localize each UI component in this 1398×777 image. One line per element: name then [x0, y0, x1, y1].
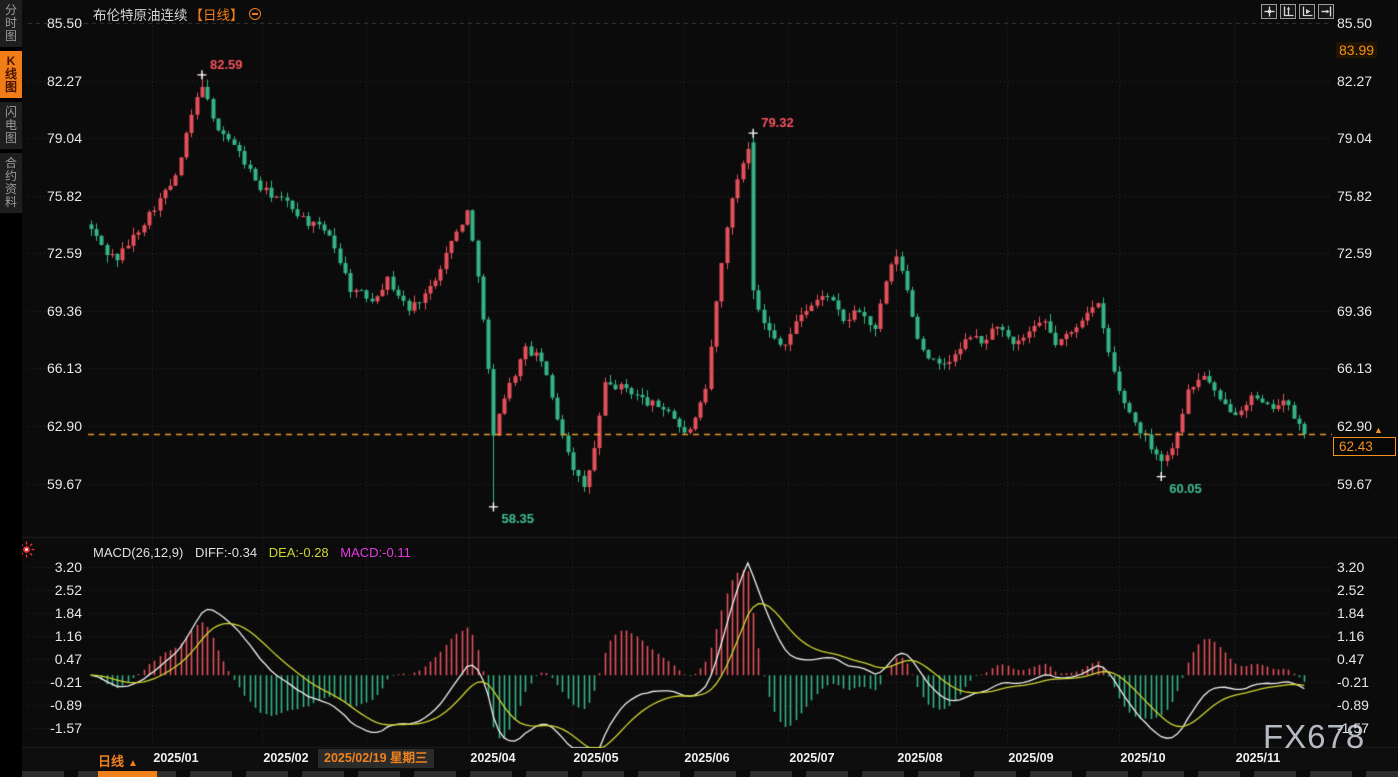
macd-tick-right: 1.16: [1337, 628, 1364, 644]
macd-tick-right: 3.20: [1337, 559, 1364, 575]
macd-tick-left: 1.84: [28, 605, 82, 621]
sidebar-tab-3[interactable]: 合约资料: [0, 153, 22, 213]
price-tick-right: 72.59: [1337, 245, 1372, 261]
price-tick-left: 72.59: [28, 245, 82, 261]
crosshair-date-box: 2025/02/19 星期三: [318, 749, 434, 768]
price-tick-left: 75.82: [28, 188, 82, 204]
month-label: 2025/05: [573, 751, 618, 765]
macd-dea-value: DEA:-0.28: [269, 545, 329, 560]
macd-bar-value: MACD:-0.11: [340, 545, 411, 560]
price-tick-left: 62.90: [28, 418, 82, 434]
price-tick-right: 62.90: [1337, 418, 1372, 434]
month-label: 2025/02: [263, 751, 308, 765]
macd-tick-left: -1.57: [28, 720, 82, 736]
macd-indicator-header[interactable]: MACD(26,12,9) DIFF:-0.34 DEA:-0.28 MACD:…: [93, 545, 419, 560]
sidebar-tab-0[interactable]: 分时图: [0, 0, 22, 47]
month-label: 2025/04: [470, 751, 515, 765]
price-tick-right: 79.04: [1337, 130, 1372, 146]
month-label: 2025/09: [1008, 751, 1053, 765]
price-tick-right: 66.13: [1337, 360, 1372, 376]
chart-toolbar: [1261, 4, 1334, 19]
axis-play-icon[interactable]: [1299, 4, 1315, 19]
title-bar: 布伦特原油连续 【日线】: [93, 5, 261, 23]
macd-tick-right: 0.47: [1337, 651, 1364, 667]
dropdown-up-arrow-icon: ▲: [128, 758, 138, 769]
chart-scrollbar[interactable]: [22, 771, 1398, 777]
snap-right-icon[interactable]: [1318, 4, 1334, 19]
alert-price-label: 83.99: [1336, 42, 1377, 58]
macd-tick-right: 1.84: [1337, 605, 1364, 621]
macd-tick-right: -0.89: [1337, 697, 1369, 713]
sidebar-tab-1[interactable]: K线图: [0, 51, 22, 98]
sidebar-tab-2[interactable]: 闪电图: [0, 102, 22, 149]
macd-name: MACD(26,12,9): [93, 545, 183, 560]
macd-diff-value: DIFF:-0.34: [195, 545, 257, 560]
price-tick-left: 82.27: [28, 73, 82, 89]
last-price-box: 62.43: [1333, 437, 1396, 456]
chart-canvas[interactable]: [0, 0, 1398, 777]
page-title: 布伦特原油连续: [93, 4, 188, 24]
price-tick-right: 75.82: [1337, 188, 1372, 204]
pan-move-icon[interactable]: [1261, 4, 1277, 19]
macd-tick-left: 3.20: [28, 559, 82, 575]
macd-tick-right: 2.52: [1337, 582, 1364, 598]
month-label: 2025/01: [153, 751, 198, 765]
macd-tick-right: -0.21: [1337, 674, 1369, 690]
period-tag: 【日线】: [190, 4, 244, 24]
month-label: 2025/07: [789, 751, 834, 765]
time-axis: 日线 ▲ 2025/02/19 星期三 2025/01 2025/02 2025/04…: [22, 748, 1398, 770]
month-label: 2025/08: [897, 751, 942, 765]
price-tick-left: 85.50: [28, 15, 82, 31]
price-tick-right: 85.50: [1337, 15, 1372, 31]
scrollbar-thumb[interactable]: [98, 771, 157, 777]
month-label: 2025/06: [684, 751, 729, 765]
month-label: 2025/10: [1120, 751, 1165, 765]
macd-tick-left: 1.16: [28, 628, 82, 644]
price-tick-right: 59.67: [1337, 476, 1372, 492]
chart-app: 分时图 K线图闪电图合约资料 布伦特原油连续 【日线】: [0, 0, 1398, 777]
macd-tick-left: -0.89: [28, 697, 82, 713]
price-tick-right: 69.36: [1337, 303, 1372, 319]
watermark: FX678: [1263, 718, 1365, 756]
collapse-circle-icon[interactable]: [249, 8, 261, 20]
price-tick-left: 69.36: [28, 303, 82, 319]
axis-zoom-up-icon[interactable]: [1280, 4, 1296, 19]
macd-tick-left: -0.21: [28, 674, 82, 690]
price-up-arrow-icon: ▲: [1374, 425, 1383, 435]
price-tick-right: 82.27: [1337, 73, 1372, 89]
sidebar: 分时图 K线图闪电图合约资料: [0, 0, 22, 777]
price-tick-left: 79.04: [28, 130, 82, 146]
timeframe-button[interactable]: 日线 ▲: [98, 751, 138, 770]
price-tick-left: 59.67: [28, 476, 82, 492]
price-tick-left: 66.13: [28, 360, 82, 376]
timeframe-label: 日线: [98, 754, 124, 769]
macd-tick-left: 0.47: [28, 651, 82, 667]
macd-tick-left: 2.52: [28, 582, 82, 598]
